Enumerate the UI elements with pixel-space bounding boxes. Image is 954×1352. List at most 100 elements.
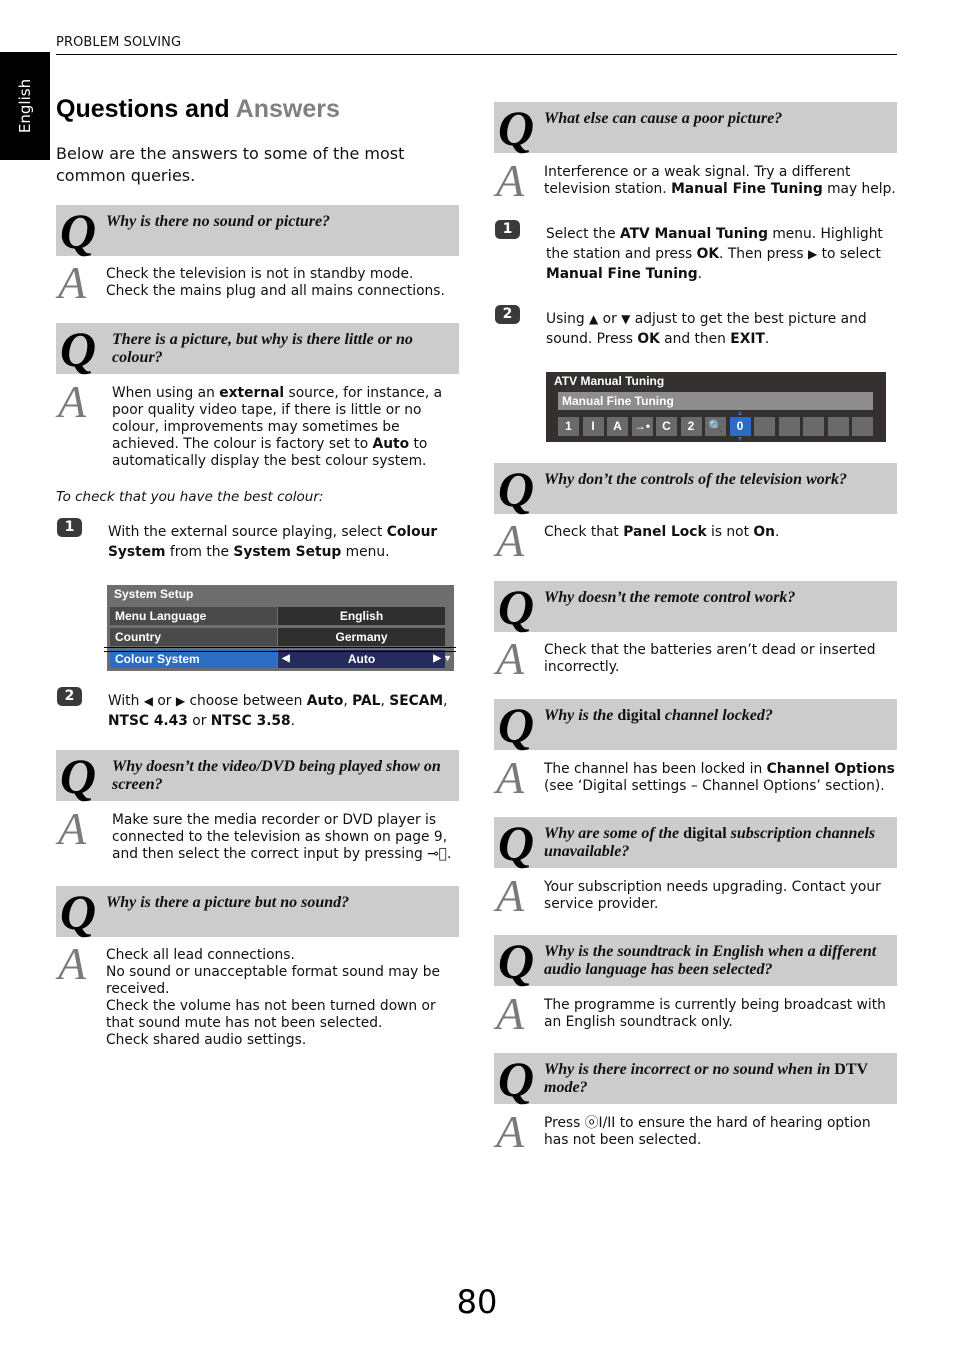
- menu-row-label: Menu Language: [110, 607, 277, 625]
- atv-manual-tuning-menu: ATV Manual Tuning Manual Fine Tuning 1 I A…: [546, 372, 886, 443]
- q-icon: Q: [498, 100, 535, 156]
- step-text: Select the ATV Manual Tuning menu. Highl…: [546, 226, 883, 282]
- system-setup-menu: System Setup Menu Language English Count…: [107, 585, 454, 671]
- question-text: Why is the soundtrack in English when a …: [544, 943, 877, 978]
- answer-text: Check all lead connections. No sound or …: [106, 947, 440, 1048]
- a-icon: A: [496, 155, 525, 206]
- tuning-cell[interactable]: [778, 417, 800, 436]
- arrow-left-icon[interactable]: ◀: [282, 650, 290, 668]
- answer-block: A Check the television is not in standby…: [58, 258, 458, 308]
- menu-row-colour-system[interactable]: Colour System ◀ Auto ▶: [110, 650, 445, 668]
- question-box: Q Why is there a picture but no sound?: [56, 884, 459, 940]
- a-icon: A: [496, 633, 525, 684]
- answer-text: Interference or a weak signal. Try a dif…: [544, 164, 896, 197]
- menu-divider: [104, 647, 456, 648]
- question-box: Q Why doesn’t the video/DVD being played…: [56, 748, 459, 804]
- arrow-right-icon: ▶: [808, 247, 818, 261]
- instruction-note: To check that you have the best colour:: [56, 489, 324, 505]
- header-rule: [56, 54, 897, 55]
- answer-block: A Check that Panel Lock is not On.: [496, 516, 896, 566]
- question-box: Q Why don’t the controls of the televisi…: [494, 461, 897, 517]
- answer-text: Check the television is not in standby m…: [106, 266, 445, 299]
- q-icon: Q: [60, 748, 97, 804]
- question-box: Q Why is there incorrect or no sound whe…: [494, 1051, 897, 1107]
- answer-text: Your subscription needs upgrading. Conta…: [544, 879, 881, 912]
- menu-row-value: English: [278, 607, 445, 625]
- tuning-cell[interactable]: [827, 417, 849, 436]
- step-text: Using ▲ or ▼ adjust to get the best pict…: [546, 311, 867, 347]
- page-number: 80: [456, 1283, 498, 1321]
- arrow-right-icon[interactable]: ▶: [433, 650, 441, 668]
- a-icon: A: [58, 803, 87, 854]
- arrow-left-icon: ◀: [143, 694, 153, 708]
- question-text: Why is there a picture but no sound?: [106, 894, 350, 911]
- q-icon: Q: [498, 933, 535, 989]
- a-icon: A: [496, 515, 525, 566]
- intro-text: Below are the answers to some of the mos…: [56, 144, 405, 185]
- answer-block: A Press ⓞI/II to ensure the hard of hear…: [496, 1107, 896, 1157]
- step-text: With ◀ or ▶ choose between Auto, PAL, SE…: [108, 693, 448, 729]
- tuning-cell[interactable]: C: [656, 417, 677, 436]
- a-icon: A: [58, 257, 87, 308]
- question-text: There is a picture, but why is there lit…: [112, 331, 413, 366]
- answer-block: A Your subscription needs upgrading. Con…: [496, 871, 896, 921]
- tuning-cell[interactable]: [852, 417, 873, 436]
- step-badge: 2: [57, 687, 82, 706]
- menu-row-value: ◀ Auto ▶: [278, 650, 445, 668]
- question-text: Why is there no sound or picture?: [106, 213, 331, 230]
- tuning-cell[interactable]: I: [582, 417, 604, 436]
- language-tab-label: English: [16, 78, 34, 134]
- answer-block: A Check that the batteries aren’t dead o…: [496, 634, 896, 684]
- tuning-cell[interactable]: 🔍: [705, 417, 726, 436]
- answer-text: Check that Panel Lock is not On.: [544, 524, 780, 540]
- question-text: Why doesn’t the video/DVD being played s…: [112, 758, 441, 793]
- scroll-down-icon[interactable]: ▼: [443, 653, 452, 663]
- arrow-right-icon: ▶: [175, 694, 186, 708]
- menu-row-label: Colour System: [110, 650, 277, 668]
- tuning-cell[interactable]: →•: [631, 417, 653, 436]
- tuning-cell-value: 0: [736, 419, 744, 433]
- q-icon: Q: [498, 815, 535, 871]
- menu-row-country[interactable]: Country Germany: [110, 628, 445, 646]
- q-icon: Q: [498, 697, 535, 753]
- answer-text: Press ⓞI/II to ensure the hard of hearin…: [544, 1115, 871, 1148]
- a-icon: A: [58, 376, 87, 427]
- question-box: Q What else can cause a poor picture?: [494, 100, 897, 156]
- a-icon: A: [496, 752, 525, 803]
- menu-row-menu-language[interactable]: Menu Language English: [110, 607, 445, 625]
- tuning-cell-active[interactable]: 0 ▲ ▼: [729, 410, 751, 443]
- tuning-cell[interactable]: [803, 417, 824, 436]
- tuning-cell[interactable]: A: [607, 417, 628, 436]
- menu-divider: [104, 651, 456, 652]
- q-icon: Q: [60, 884, 97, 940]
- q-icon: Q: [498, 579, 535, 635]
- answer-text: Check that the batteries aren’t dead or …: [544, 642, 876, 675]
- menu-title: ATV Manual Tuning: [554, 374, 665, 388]
- answer-text: When using an external source, for insta…: [112, 385, 443, 469]
- answer-block: A The channel has been locked in Channel…: [496, 753, 896, 803]
- question-box: Q Why is there no sound or picture?: [56, 203, 459, 259]
- question-box: Q Why doesn’t the remote control work?: [494, 579, 897, 635]
- question-text: What else can cause a poor picture?: [544, 110, 783, 127]
- step-text: With the external source playing, select…: [108, 524, 438, 560]
- a-icon: A: [58, 938, 87, 989]
- answer-block: A Check all lead connections. No sound o…: [58, 939, 458, 1055]
- tuning-cell[interactable]: 2: [680, 417, 702, 436]
- q-icon: Q: [60, 203, 97, 259]
- a-icon: A: [496, 870, 525, 921]
- question-box: Q Why is the soundtrack in English when …: [494, 933, 897, 989]
- question-text: Why is the digital channel locked?: [544, 707, 773, 724]
- title-main: Questions and: [56, 95, 230, 123]
- step-badge: 1: [57, 518, 82, 537]
- menu-row-label: Country: [110, 628, 277, 646]
- tuning-cell[interactable]: [754, 417, 775, 436]
- answer-text: Make sure the media recorder or DVD play…: [112, 812, 452, 862]
- title-accent: Answers: [235, 95, 340, 123]
- answer-text: The channel has been locked in Channel O…: [544, 761, 895, 794]
- question-box: Q Why are some of the digital subscripti…: [494, 815, 897, 871]
- tuning-cell[interactable]: 1: [558, 417, 579, 436]
- question-text: Why don’t the controls of the television…: [544, 471, 847, 488]
- menu-title: System Setup: [114, 587, 194, 601]
- question-text: Why is there incorrect or no sound when …: [544, 1061, 869, 1096]
- arrow-up-icon: ▲: [589, 312, 599, 326]
